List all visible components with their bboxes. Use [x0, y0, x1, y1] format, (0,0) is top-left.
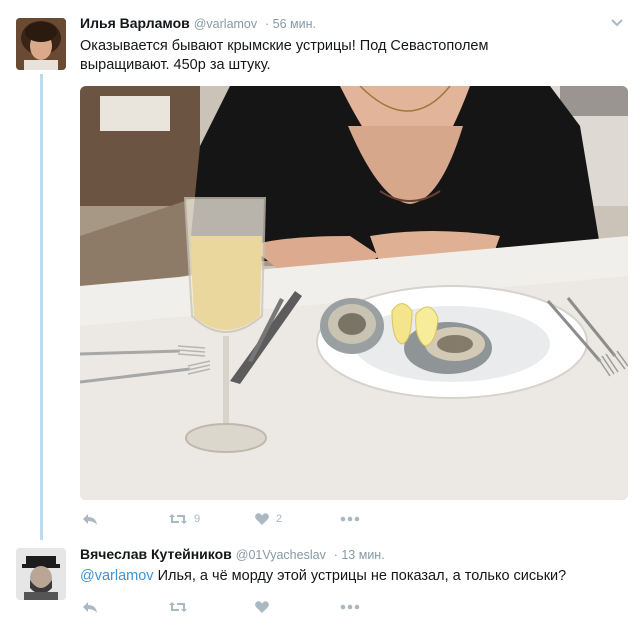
- more-button[interactable]: [340, 516, 360, 522]
- retweet-icon: [169, 514, 187, 524]
- author-name[interactable]: Илья Варламов: [80, 15, 190, 31]
- like-count: 2: [276, 513, 283, 525]
- reply-button[interactable]: [82, 512, 168, 526]
- reply-timestamp[interactable]: · 13 мин.: [334, 548, 385, 562]
- tweet-timestamp[interactable]: · 56 мин.: [265, 17, 316, 31]
- heart-icon: [255, 513, 269, 525]
- reply-header: Вячеслав Кутейников @01Vyacheslav · 13 ми…: [80, 546, 385, 562]
- reply-body: Илья, а чё морду этой устрицы не показал…: [153, 568, 567, 584]
- like-button[interactable]: 2: [254, 512, 340, 526]
- reply-like-button[interactable]: [254, 600, 340, 614]
- reply-mention-link[interactable]: @varlamov: [80, 568, 154, 584]
- reply-author-name[interactable]: Вячеслав Кутейников: [80, 546, 232, 562]
- more-dots-icon: [340, 604, 360, 610]
- reply-more-button[interactable]: [340, 604, 360, 610]
- chevron-down-icon[interactable]: [610, 16, 624, 30]
- reply-avatar[interactable]: [16, 548, 66, 600]
- retweet-button[interactable]: 9: [168, 512, 254, 526]
- tweet-actions: 9 2: [82, 512, 360, 526]
- tweet-thread: Илья Варламов @varlamov · 56 мин. Оказыва…: [0, 0, 640, 625]
- reply-text: @varlamov Илья, а чё морду этой устрицы …: [80, 567, 625, 586]
- reply-reply-button[interactable]: [82, 600, 168, 614]
- tweet-text: Оказывается бывают крымские устрицы! Под…: [80, 38, 489, 73]
- thread-connector-line: [40, 74, 43, 540]
- retweet-count: 9: [194, 513, 201, 525]
- tweet-header: Илья Варламов @varlamov · 56 мин.: [80, 15, 316, 31]
- more-dots-icon: [340, 516, 360, 522]
- reply-author-handle[interactable]: @01Vyacheslav: [236, 548, 326, 562]
- reply-icon: [83, 602, 97, 613]
- author-handle[interactable]: @varlamov: [194, 17, 257, 31]
- retweet-icon: [169, 602, 187, 612]
- reply-actions: [82, 600, 360, 614]
- heart-icon: [255, 601, 269, 613]
- reply-retweet-button[interactable]: [168, 600, 254, 614]
- avatar[interactable]: [16, 18, 66, 70]
- tweet-photo[interactable]: [80, 86, 628, 500]
- reply-icon: [83, 514, 97, 525]
